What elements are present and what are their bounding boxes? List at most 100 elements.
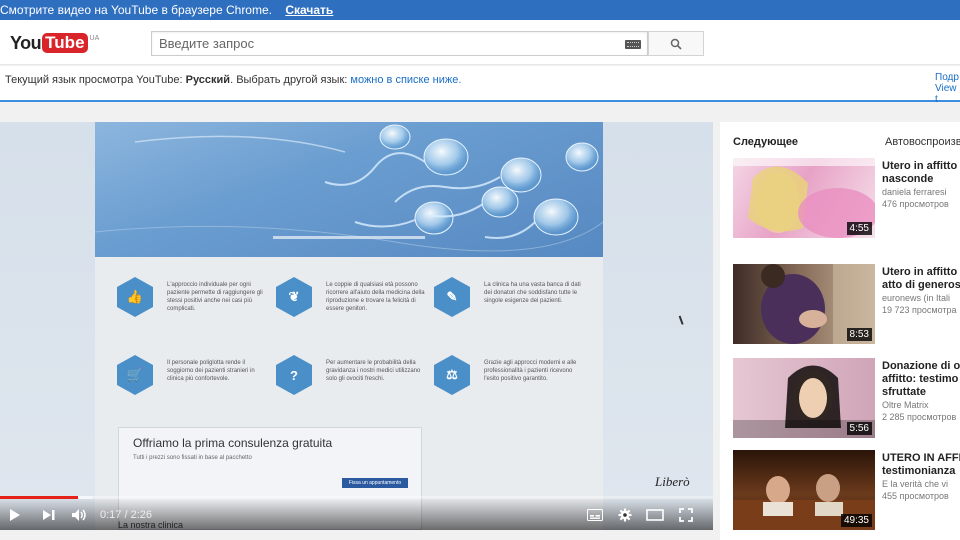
play-button[interactable] [6,507,24,523]
masthead: You Tube UA [0,20,960,65]
current-language: Русский [185,74,231,86]
keyboard-icon[interactable] [625,40,641,49]
video-title-line3[interactable]: sfruttate [882,386,960,399]
autoplay-label[interactable]: Автовоспроизведение [885,136,960,148]
view-count: 19 723 просмотра [882,305,957,315]
channel-name: daniela ferraresi [882,187,947,197]
leaf-icon: ❦ [276,277,312,317]
related-video-1[interactable]: 4:55 Utero in affitto nasconde daniela f… [733,158,960,244]
feature-text: L'approccio individuale per ogni pazient… [167,282,263,312]
view-link[interactable]: View t [935,83,960,105]
feature-text: Grazie agli approcci moderni e alle prof… [484,360,577,382]
spacer [0,104,960,122]
language-notice: Текущий язык просмотра YouTube: Русский.… [0,66,960,105]
video-duration: 49:35 [840,514,872,527]
video-bg-left [0,122,95,530]
volume-button[interactable] [70,507,90,523]
video-title[interactable]: Utero in affitto [882,266,960,279]
video-thumbnail[interactable]: 4:55 [733,158,875,238]
feature-text: Per aumentare le probabilità della gravi… [326,360,421,382]
channel-name: E la verità che vi [882,479,949,489]
video-player[interactable]: 👍 L'approccio individuale per ogni pazie… [0,122,713,530]
feature-5: ? Per aumentare le probabilità della gra… [276,355,436,415]
progress-bar[interactable] [0,496,713,499]
fullscreen-icon [679,508,693,522]
next-icon [43,510,55,520]
up-next-label: Следующее [733,136,799,148]
next-button[interactable] [40,507,58,523]
video-title-line2[interactable]: nasconde [882,173,960,186]
video-bg-right [603,122,713,530]
progress-played [0,496,78,499]
hero-image [95,122,603,257]
banner-message: Смотрите видео на YouTube в браузере Chr… [0,3,272,17]
video-title-line2[interactable]: testimonianza [882,465,960,478]
search-input[interactable] [152,32,612,55]
related-video-3[interactable]: 5:56 Donazione di o affitto: testimo sfr… [733,358,960,444]
search-box [151,31,648,56]
video-frame-website: 👍 L'approccio individuale per ogni pazie… [95,122,690,530]
theater-mode-button[interactable] [645,507,665,523]
video-thumbnail[interactable]: 8:53 [733,264,875,344]
video-title[interactable]: UTERO IN AFFI [882,452,960,465]
logo-you-text: You [10,32,42,53]
chrome-promo-banner: Смотрите видео на YouTube в браузере Chr… [0,0,960,20]
thumbs-up-icon: 👍 [117,277,153,317]
video-meta: Utero in affitto atto di generos euronew… [882,266,960,316]
video-duration: 4:55 [846,222,872,235]
related-video-2[interactable]: 8:53 Utero in affitto atto di generos eu… [733,264,960,350]
feature-6: ⚖ Grazie agli approcci moderni e alle pr… [434,355,594,415]
hero-slider-bar [273,236,425,239]
search-button[interactable] [648,31,704,56]
video-meta: Donazione di o affitto: testimo sfruttat… [882,360,960,423]
feature-1: 👍 L'approccio individuale per ogni pazie… [117,277,277,337]
syringe-icon: ✎ [434,277,470,317]
feature-text: Il personale poliglotta rende il soggior… [167,360,255,382]
logo-region: UA [89,34,100,42]
fullscreen-button[interactable] [677,507,695,523]
download-chrome-link[interactable]: Скачать [285,3,333,17]
brand-watermark: Liberò [655,474,690,489]
language-notice-right[interactable]: Подр View t [935,72,960,105]
search-icon [670,38,682,50]
volume-icon [72,509,86,521]
settings-button[interactable] [616,507,634,523]
feature-4: 🛒 Il personale poliglotta rende il soggi… [117,355,277,415]
subtitles-button[interactable] [585,507,605,523]
view-count: 476 просмотров [882,199,949,209]
channel-name: euronews (in Itali [882,293,951,303]
video-title-line2[interactable]: affitto: testimo [882,373,960,386]
related-video-4[interactable]: 49:35 UTERO IN AFFI testimonianza E la v… [733,450,960,536]
gear-icon [618,508,632,522]
video-caption-text: La nostra clinica [118,520,184,530]
subtitles-icon [587,509,603,521]
question-icon: ? [276,355,312,395]
theater-icon [646,509,664,521]
logo-tube-text: Tube [42,33,88,53]
channel-name: Oltre Matrix [882,400,929,410]
video-title[interactable]: Donazione di o [882,360,960,373]
sidebar-header: Следующее Автовоспроизведение [733,136,960,148]
view-count: 2 285 просмотров [882,412,957,422]
view-count: 455 просмотров [882,491,949,501]
appointment-button: Fissa un appuntamento [342,478,408,488]
language-list-link[interactable]: можно в списке ниже. [350,74,461,86]
video-duration: 5:56 [846,422,872,435]
details-link[interactable]: Подр [935,72,960,83]
video-thumbnail[interactable]: 49:35 [733,450,875,530]
video-title-line2[interactable]: atto di generos [882,279,960,292]
video-title[interactable]: Utero in affitto [882,160,960,173]
feature-3: ✎ La clinica ha una vasta banca di dati … [434,277,594,337]
scales-icon: ⚖ [434,355,470,395]
feature-2: ❦ Le coppie di qualsiasi età possono ric… [276,277,436,337]
offer-title: Offriamo la prima consulenza gratuita [133,436,333,450]
feature-text: La clinica ha una vasta banca di dati de… [484,282,581,304]
youtube-logo[interactable]: You Tube UA [10,32,99,54]
offer-subtitle: Tutti i prezzi sono fissati in base al p… [133,455,252,461]
video-duration: 8:53 [846,328,872,341]
video-meta: UTERO IN AFFI testimonianza E la verità … [882,452,960,502]
video-thumbnail[interactable]: 5:56 [733,358,875,438]
video-meta: Utero in affitto nasconde daniela ferrar… [882,160,960,210]
language-middle: . Выбрать другой язык: [230,74,351,86]
language-notice-text: Текущий язык просмотра YouTube: Русский.… [5,74,461,86]
